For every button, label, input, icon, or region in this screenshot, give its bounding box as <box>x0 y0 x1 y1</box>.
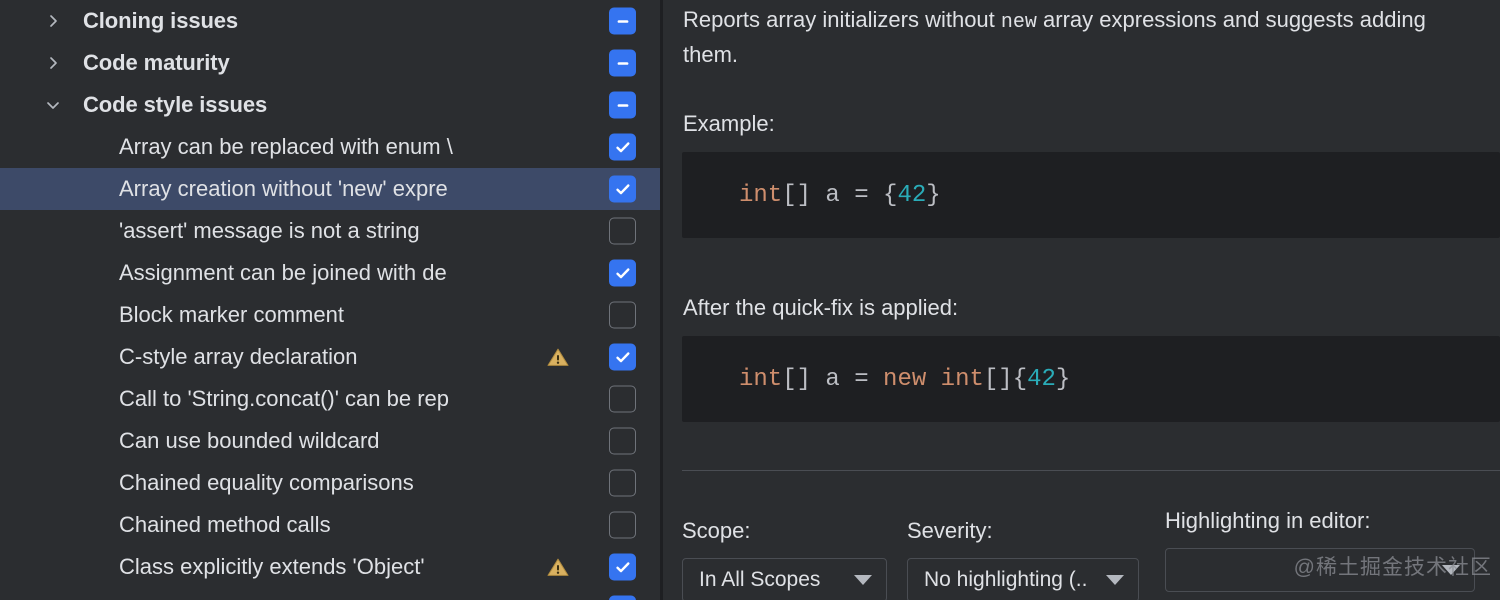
inspection-checkbox[interactable] <box>609 344 636 371</box>
inspection-checkbox[interactable] <box>609 92 636 119</box>
scope-dropdown-value: In All Scopes <box>699 568 820 592</box>
inspection-item-row[interactable]: C-style array declaration <box>0 336 660 378</box>
code-token: int <box>941 366 984 393</box>
highlighting-control-group: Highlighting in editor: <box>1165 508 1475 592</box>
code-token <box>926 366 940 393</box>
inspection-checkbox[interactable] <box>609 596 636 600</box>
scope-label: Scope: <box>682 518 887 544</box>
highlighting-label: Highlighting in editor: <box>1165 508 1475 534</box>
description-text-part1: Reports array initializers without <box>683 7 1001 32</box>
chevron-down-icon <box>1442 565 1460 575</box>
inspection-group-label: Code maturity <box>83 50 230 76</box>
code-token: 42 <box>897 182 926 209</box>
inspection-checkbox[interactable] <box>609 134 636 161</box>
chevron-down-icon <box>1106 575 1124 585</box>
inspection-item-label: C-style array declaration <box>119 344 357 370</box>
code-line: int[] a = new int[]{42} <box>739 366 1070 394</box>
inspections-settings-panel: Cloning issues Code maturity Code style is… <box>0 0 1500 600</box>
chevron-down-icon[interactable] <box>42 94 64 116</box>
inspection-group-row[interactable]: Cloning issues <box>0 0 660 42</box>
code-token: [] a = { <box>782 182 897 209</box>
chevron-right-icon[interactable] <box>42 10 64 32</box>
severity-label: Severity: <box>907 518 1139 544</box>
inspection-checkbox[interactable] <box>609 176 636 203</box>
inspection-checkbox[interactable] <box>609 50 636 77</box>
code-token: 42 <box>1027 366 1056 393</box>
chevron-right-icon[interactable] <box>42 52 64 74</box>
inspection-group-row[interactable]: Code style issues <box>0 84 660 126</box>
severity-dropdown-value: No highlighting (.. <box>924 568 1087 592</box>
example-label: Example: <box>683 110 775 138</box>
inspection-item-label: Can use bounded wildcard <box>119 428 380 454</box>
inspection-description: Reports array initializers without new a… <box>683 4 1428 71</box>
inspection-checkbox[interactable] <box>609 302 636 329</box>
panel-divider[interactable] <box>660 0 663 600</box>
inspection-item-row[interactable]: Chained equality comparisons <box>0 462 660 504</box>
code-sample-after: int[] a = new int[]{42} <box>682 336 1500 422</box>
code-token: int <box>739 182 782 209</box>
inspection-item-label: Chained method calls <box>119 512 331 538</box>
inspection-checkbox[interactable] <box>609 8 636 35</box>
inspection-item-label: Assignment can be joined with de <box>119 260 447 286</box>
warning-icon <box>545 554 571 580</box>
severity-dropdown[interactable]: No highlighting (.. <box>907 558 1139 600</box>
inspection-checkbox[interactable] <box>609 470 636 497</box>
inspection-item-label: Call to 'String.concat()' can be rep <box>119 386 449 412</box>
section-divider <box>682 470 1500 471</box>
inspection-detail-panel: Reports array initializers without new a… <box>660 0 1500 600</box>
description-keyword: new <box>1001 11 1037 34</box>
inspection-item-row[interactable]: Array creation without 'new' expre <box>0 168 660 210</box>
inspection-item-label: Class explicitly extends 'Object' <box>119 554 425 580</box>
inspection-item-row[interactable]: Assignment can be joined with de <box>0 252 660 294</box>
inspection-item-label: 'assert' message is not a string <box>119 218 420 244</box>
warning-icon <box>545 344 571 370</box>
inspection-item-row[interactable]: Chained method calls <box>0 504 660 546</box>
scope-dropdown[interactable]: In All Scopes <box>682 558 887 600</box>
inspection-checkbox[interactable] <box>609 428 636 455</box>
inspection-checkbox[interactable] <box>609 554 636 581</box>
highlighting-dropdown[interactable] <box>1165 548 1475 592</box>
code-token: [] a = <box>782 366 883 393</box>
inspection-group-label: Cloning issues <box>83 8 238 34</box>
inspection-item-row[interactable]: Class explicitly extends 'Object' <box>0 546 660 588</box>
code-token: } <box>1056 366 1070 393</box>
inspection-checkbox[interactable] <box>609 260 636 287</box>
inspection-item-label: Chained equality comparisons <box>119 470 414 496</box>
inspection-tree[interactable]: Cloning issues Code maturity Code style is… <box>0 0 660 600</box>
code-token: new <box>883 366 926 393</box>
code-token: } <box>926 182 940 209</box>
inspection-item-row[interactable]: Array can be replaced with enum \ <box>0 126 660 168</box>
inspection-checkbox[interactable] <box>609 512 636 539</box>
inspection-group-row[interactable]: Code maturity <box>0 42 660 84</box>
inspection-item-row[interactable]: Block marker comment <box>0 294 660 336</box>
inspection-group-label: Code style issues <box>83 92 267 118</box>
severity-control-group: Severity: No highlighting (.. <box>907 518 1139 600</box>
inspection-item-row[interactable] <box>0 588 660 600</box>
inspection-item-label: Array creation without 'new' expre <box>119 176 448 202</box>
inspection-checkbox[interactable] <box>609 218 636 245</box>
code-sample-before: int[] a = {42} <box>682 152 1500 238</box>
inspection-item-label: Array can be replaced with enum \ <box>119 134 453 160</box>
after-quickfix-label: After the quick-fix is applied: <box>683 294 958 322</box>
code-line: int[] a = {42} <box>739 182 941 210</box>
inspection-item-row[interactable]: 'assert' message is not a string <box>0 210 660 252</box>
inspection-item-row[interactable]: Can use bounded wildcard <box>0 420 660 462</box>
code-token: int <box>739 366 782 393</box>
inspection-item-row[interactable]: Call to 'String.concat()' can be rep <box>0 378 660 420</box>
code-token: []{ <box>984 366 1027 393</box>
inspection-checkbox[interactable] <box>609 386 636 413</box>
chevron-down-icon <box>854 575 872 585</box>
scope-control-group: Scope: In All Scopes <box>682 518 887 600</box>
inspection-item-label: Block marker comment <box>119 302 344 328</box>
